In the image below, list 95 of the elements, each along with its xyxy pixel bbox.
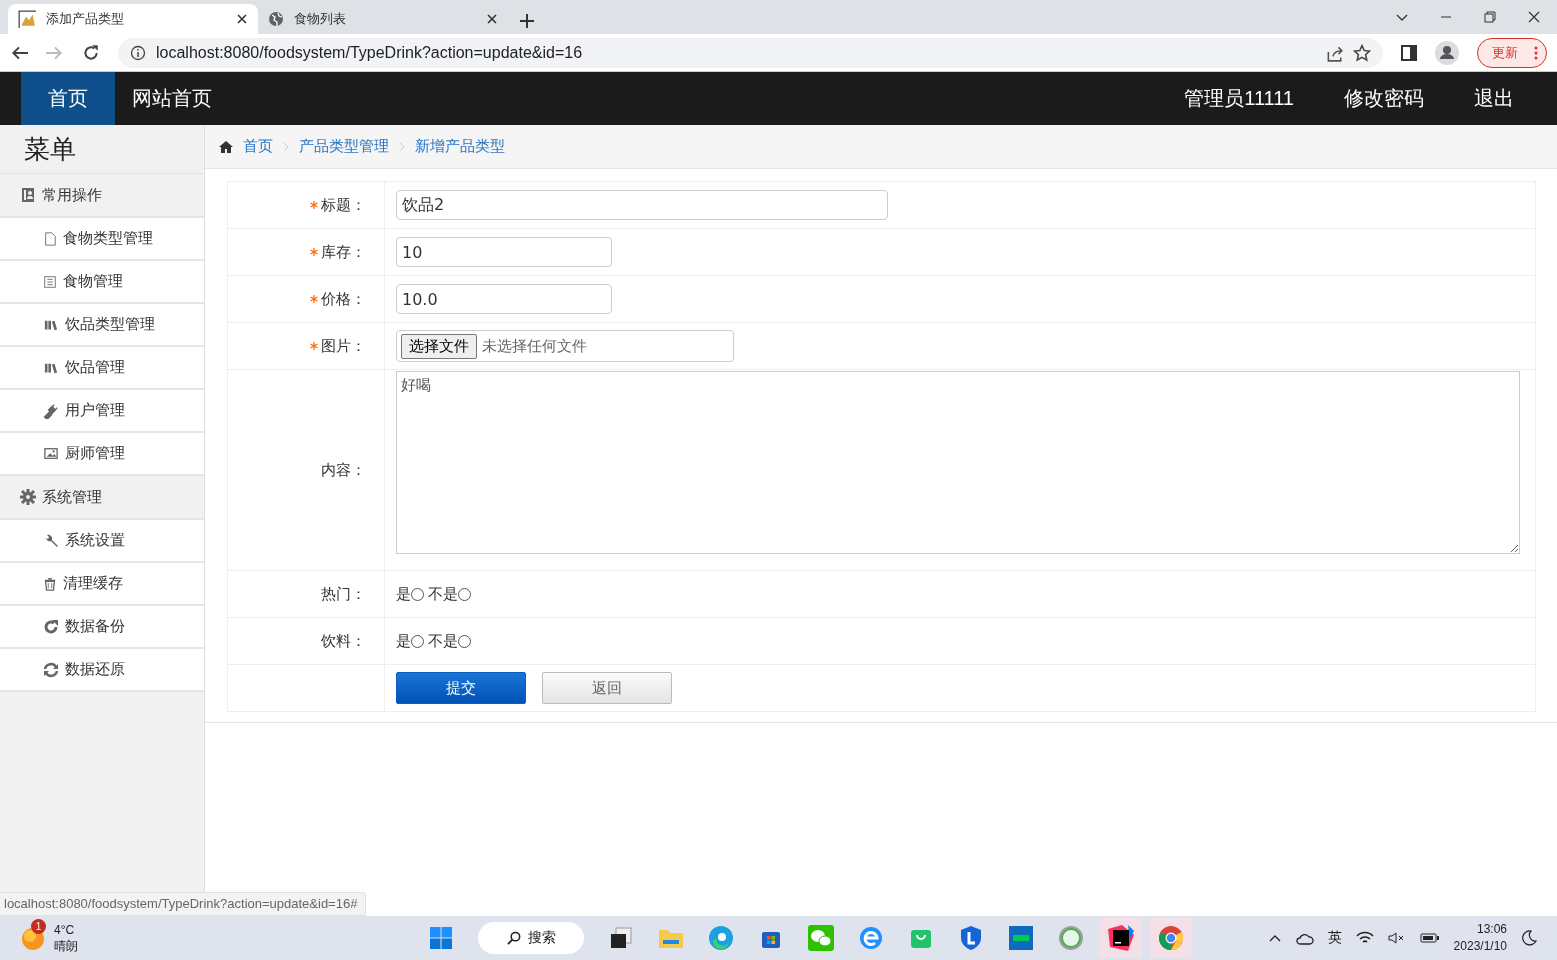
chrome-icon: [1158, 925, 1184, 951]
sidebar-item[interactable]: 用户管理: [0, 390, 204, 433]
sidebar-item[interactable]: 食物管理: [0, 261, 204, 304]
radio-option[interactable]: 是: [396, 584, 424, 604]
profile-icon: [1435, 40, 1459, 65]
address-bar[interactable]: localhost:8080/foodsystem/TypeDrink?action=update&id=16: [118, 37, 1383, 68]
close-icon: [486, 13, 498, 25]
close-icon: [1527, 10, 1541, 24]
back-button[interactable]: 返回: [542, 672, 672, 704]
update-button[interactable]: 更新: [1477, 37, 1547, 68]
contact-book-icon: [20, 187, 36, 203]
field-label: 库存：: [321, 242, 366, 262]
text-field[interactable]: 饮品2: [396, 190, 888, 220]
file-input[interactable]: 选择文件 未选择任何文件: [396, 330, 734, 362]
radio-option[interactable]: 是: [396, 631, 424, 651]
radio-option[interactable]: 不是: [428, 631, 471, 651]
clock-date: 2023/1/10: [1453, 938, 1507, 955]
notification-badge: 1: [31, 919, 46, 934]
sidebar-item[interactable]: 食物类型管理: [0, 218, 204, 261]
globe-icon: [268, 11, 284, 27]
clock-time: 13:06: [1476, 921, 1507, 938]
required-icon: [310, 295, 318, 304]
nav-link[interactable]: 退出: [1457, 72, 1531, 125]
muted-speaker-icon: [1387, 931, 1406, 945]
weather-condition: 晴朗: [54, 938, 78, 954]
taskbar-app[interactable]: [1100, 918, 1142, 958]
chat-icon: [808, 925, 834, 951]
text-field[interactable]: 10.0: [396, 284, 612, 314]
search-button[interactable]: 搜索: [478, 922, 584, 954]
wifi-icon: [1355, 931, 1374, 945]
browser-icon: [858, 925, 884, 951]
battery-icon: [1419, 932, 1440, 944]
sidebar-item[interactable]: 清理缓存: [0, 563, 204, 606]
kebab-menu-icon: [1534, 45, 1538, 60]
browser-tab[interactable]: 食物列表: [258, 4, 508, 34]
sync-icon: [43, 661, 59, 678]
radio-option[interactable]: 不是: [428, 584, 471, 604]
star-icon: [1353, 43, 1371, 62]
app-icon: [1058, 925, 1084, 951]
side-panel-icon: [1401, 44, 1417, 61]
search-icon: [506, 930, 522, 946]
required-icon: [310, 201, 318, 210]
sidebar-item[interactable]: 系统设置: [0, 520, 204, 563]
input-language[interactable]: 英: [1327, 929, 1342, 947]
browser-icon: [708, 925, 734, 951]
moon-icon: [1521, 930, 1537, 946]
temperature: 4°C: [54, 922, 76, 938]
picture-icon: [43, 446, 59, 461]
browser-tab[interactable]: 添加产品类型: [8, 4, 258, 34]
field-label: 标题：: [321, 195, 366, 215]
video-app-icon: [1009, 926, 1033, 950]
text-field[interactable]: 10: [396, 237, 612, 267]
sidebar-item[interactable]: 数据还原: [0, 649, 204, 692]
sidebar-item[interactable]: 饮品类型管理: [0, 304, 204, 347]
status-url: localhost:8080/foodsystem/TypeDrink?action=update&id=16#: [0, 892, 367, 916]
menu-title: 菜单: [0, 125, 204, 174]
cloud-icon: [1295, 931, 1314, 945]
restore-icon: [1483, 10, 1497, 24]
list-icon: [43, 273, 57, 290]
required-icon: [310, 248, 318, 257]
info-icon: [130, 44, 146, 61]
sidebar-item[interactable]: 数据备份: [0, 606, 204, 649]
ide-icon: [1108, 925, 1134, 951]
home-icon: [218, 138, 234, 155]
plug-icon: [43, 402, 59, 419]
refresh-icon: [43, 618, 59, 635]
nav-link[interactable]: 修改密码: [1327, 72, 1441, 125]
start-icon: [429, 926, 453, 950]
field-label: 饮料：: [321, 631, 366, 651]
field-label: 热门：: [321, 584, 366, 604]
submit-button[interactable]: 提交: [396, 672, 526, 704]
shield-icon: [959, 925, 983, 951]
nav-link[interactable]: 网站首页: [115, 72, 229, 125]
nav-link[interactable]: 管理员11111: [1167, 72, 1311, 125]
content-textarea[interactable]: 好喝: [396, 371, 1520, 554]
chevron-right-icon: [282, 140, 290, 153]
chevron-right-icon: [398, 140, 406, 153]
sidebar-item[interactable]: 饮品管理: [0, 347, 204, 390]
breadcrumb-link[interactable]: 产品类型管理: [299, 137, 389, 156]
field-label: 内容：: [321, 460, 366, 480]
breadcrumb-link[interactable]: 首页: [243, 137, 273, 156]
gear-icon: [20, 489, 36, 505]
task-view-icon: [609, 926, 633, 950]
nav-link[interactable]: 首页: [21, 72, 115, 125]
document-icon: [43, 230, 57, 247]
required-icon: [310, 342, 318, 351]
sidebar-item[interactable]: 厨师管理: [0, 433, 204, 476]
trash-icon: [43, 575, 57, 592]
close-icon: [236, 13, 248, 25]
field-label: 图片：: [321, 336, 366, 356]
new-tab-icon: [520, 14, 534, 28]
wrench-icon: [43, 532, 59, 549]
field-label: 价格：: [321, 289, 366, 309]
breadcrumb-link[interactable]: 新增产品类型: [415, 137, 505, 156]
reload-icon: [82, 43, 100, 62]
